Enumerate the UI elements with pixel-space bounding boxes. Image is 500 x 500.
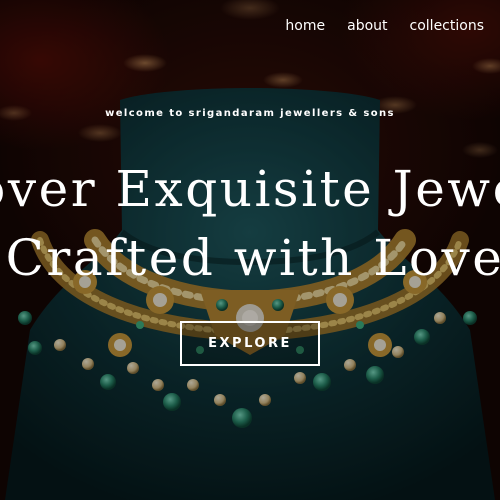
hero-headline-line-2: Crafted with Love [5,229,500,287]
hero-section: home about collections welcome to srigan… [0,0,500,500]
hero-headline-line-1: over Exquisite Jewe [0,160,500,218]
explore-button[interactable]: EXPLORE [180,321,320,366]
main-nav: home about collections [285,18,484,34]
nav-home-link[interactable]: home [285,18,325,34]
nav-collections-link[interactable]: collections [410,18,484,34]
nav-about-link[interactable]: about [347,18,387,34]
welcome-tagline: welcome to srigandaram jewellers & sons [105,108,395,119]
